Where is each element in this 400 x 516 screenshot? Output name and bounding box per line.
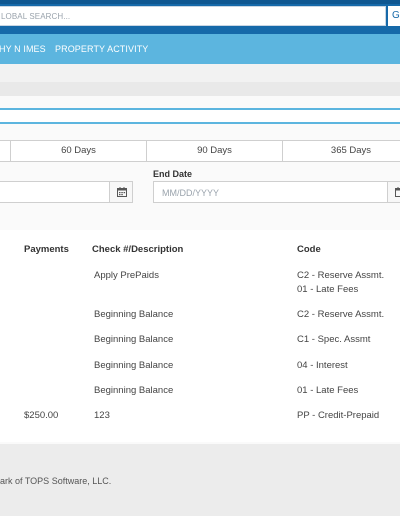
row-description: 123 [94,410,110,421]
search-button-label: G [392,10,400,21]
footer-copyright: ark of TOPS Software, LLC. [0,476,112,486]
row-code: 01 - Late Fees [297,385,359,396]
range-60-days[interactable]: 60 Days [10,140,147,162]
subheader-band [0,82,400,96]
start-date-calendar-button[interactable] [109,181,133,203]
row-code: 04 - Interest [297,360,348,371]
column-header-description[interactable]: Check #/Description [92,244,183,255]
row-description: Beginning Balance [94,385,174,396]
breadcrumb-band [0,64,400,82]
row-description: Beginning Balance [94,334,174,345]
account-selector[interactable] [0,108,400,124]
end-date-label: End Date [153,169,193,179]
row-code: PP - Credit-Prepaid [297,410,380,421]
row-code-secondary: 01 - Late Fees [297,284,359,295]
search-button[interactable]: G [388,6,400,26]
end-date-placeholder: MM/DD/YYYY [162,188,220,198]
activity-table: Payments Check #/Description Code Apply … [0,230,400,442]
top-strip [0,0,400,4]
nav-item-property-activity[interactable]: PROPERTY ACTIVITY [55,44,148,54]
row-description: Beginning Balance [94,360,174,371]
row-description: Apply PrePaids [94,270,159,281]
row-code: C2 - Reserve Assmt. [297,270,385,281]
global-search-input[interactable]: LOBAL SEARCH... [0,6,386,26]
top-bar: LOBAL SEARCH... G [0,0,400,34]
column-header-code[interactable]: Code [297,244,321,255]
row-description: Beginning Balance [94,309,174,320]
range-90-days[interactable]: 90 Days [146,140,283,162]
end-date-field[interactable]: MM/DD/YYYY [153,181,388,203]
start-date-field[interactable] [0,181,110,203]
end-date-calendar-button[interactable] [387,181,400,203]
calendar-icon [395,187,400,197]
calendar-icon [117,187,127,197]
range-365-days[interactable]: 365 Days [282,140,400,162]
column-header-payments[interactable]: Payments [24,244,69,255]
property-activity-panel: 60 Days 90 Days 365 Days End Date MM/DD/… [0,96,400,444]
main-nav: HY N IMES PROPERTY ACTIVITY [0,34,400,64]
nav-item-times[interactable]: HY N IMES [0,44,46,54]
row-code: C1 - Spec. Assmt [297,334,371,345]
search-placeholder: LOBAL SEARCH... [1,12,71,21]
row-code: C2 - Reserve Assmt. [297,309,385,320]
row-payment: $250.00 [24,410,59,421]
